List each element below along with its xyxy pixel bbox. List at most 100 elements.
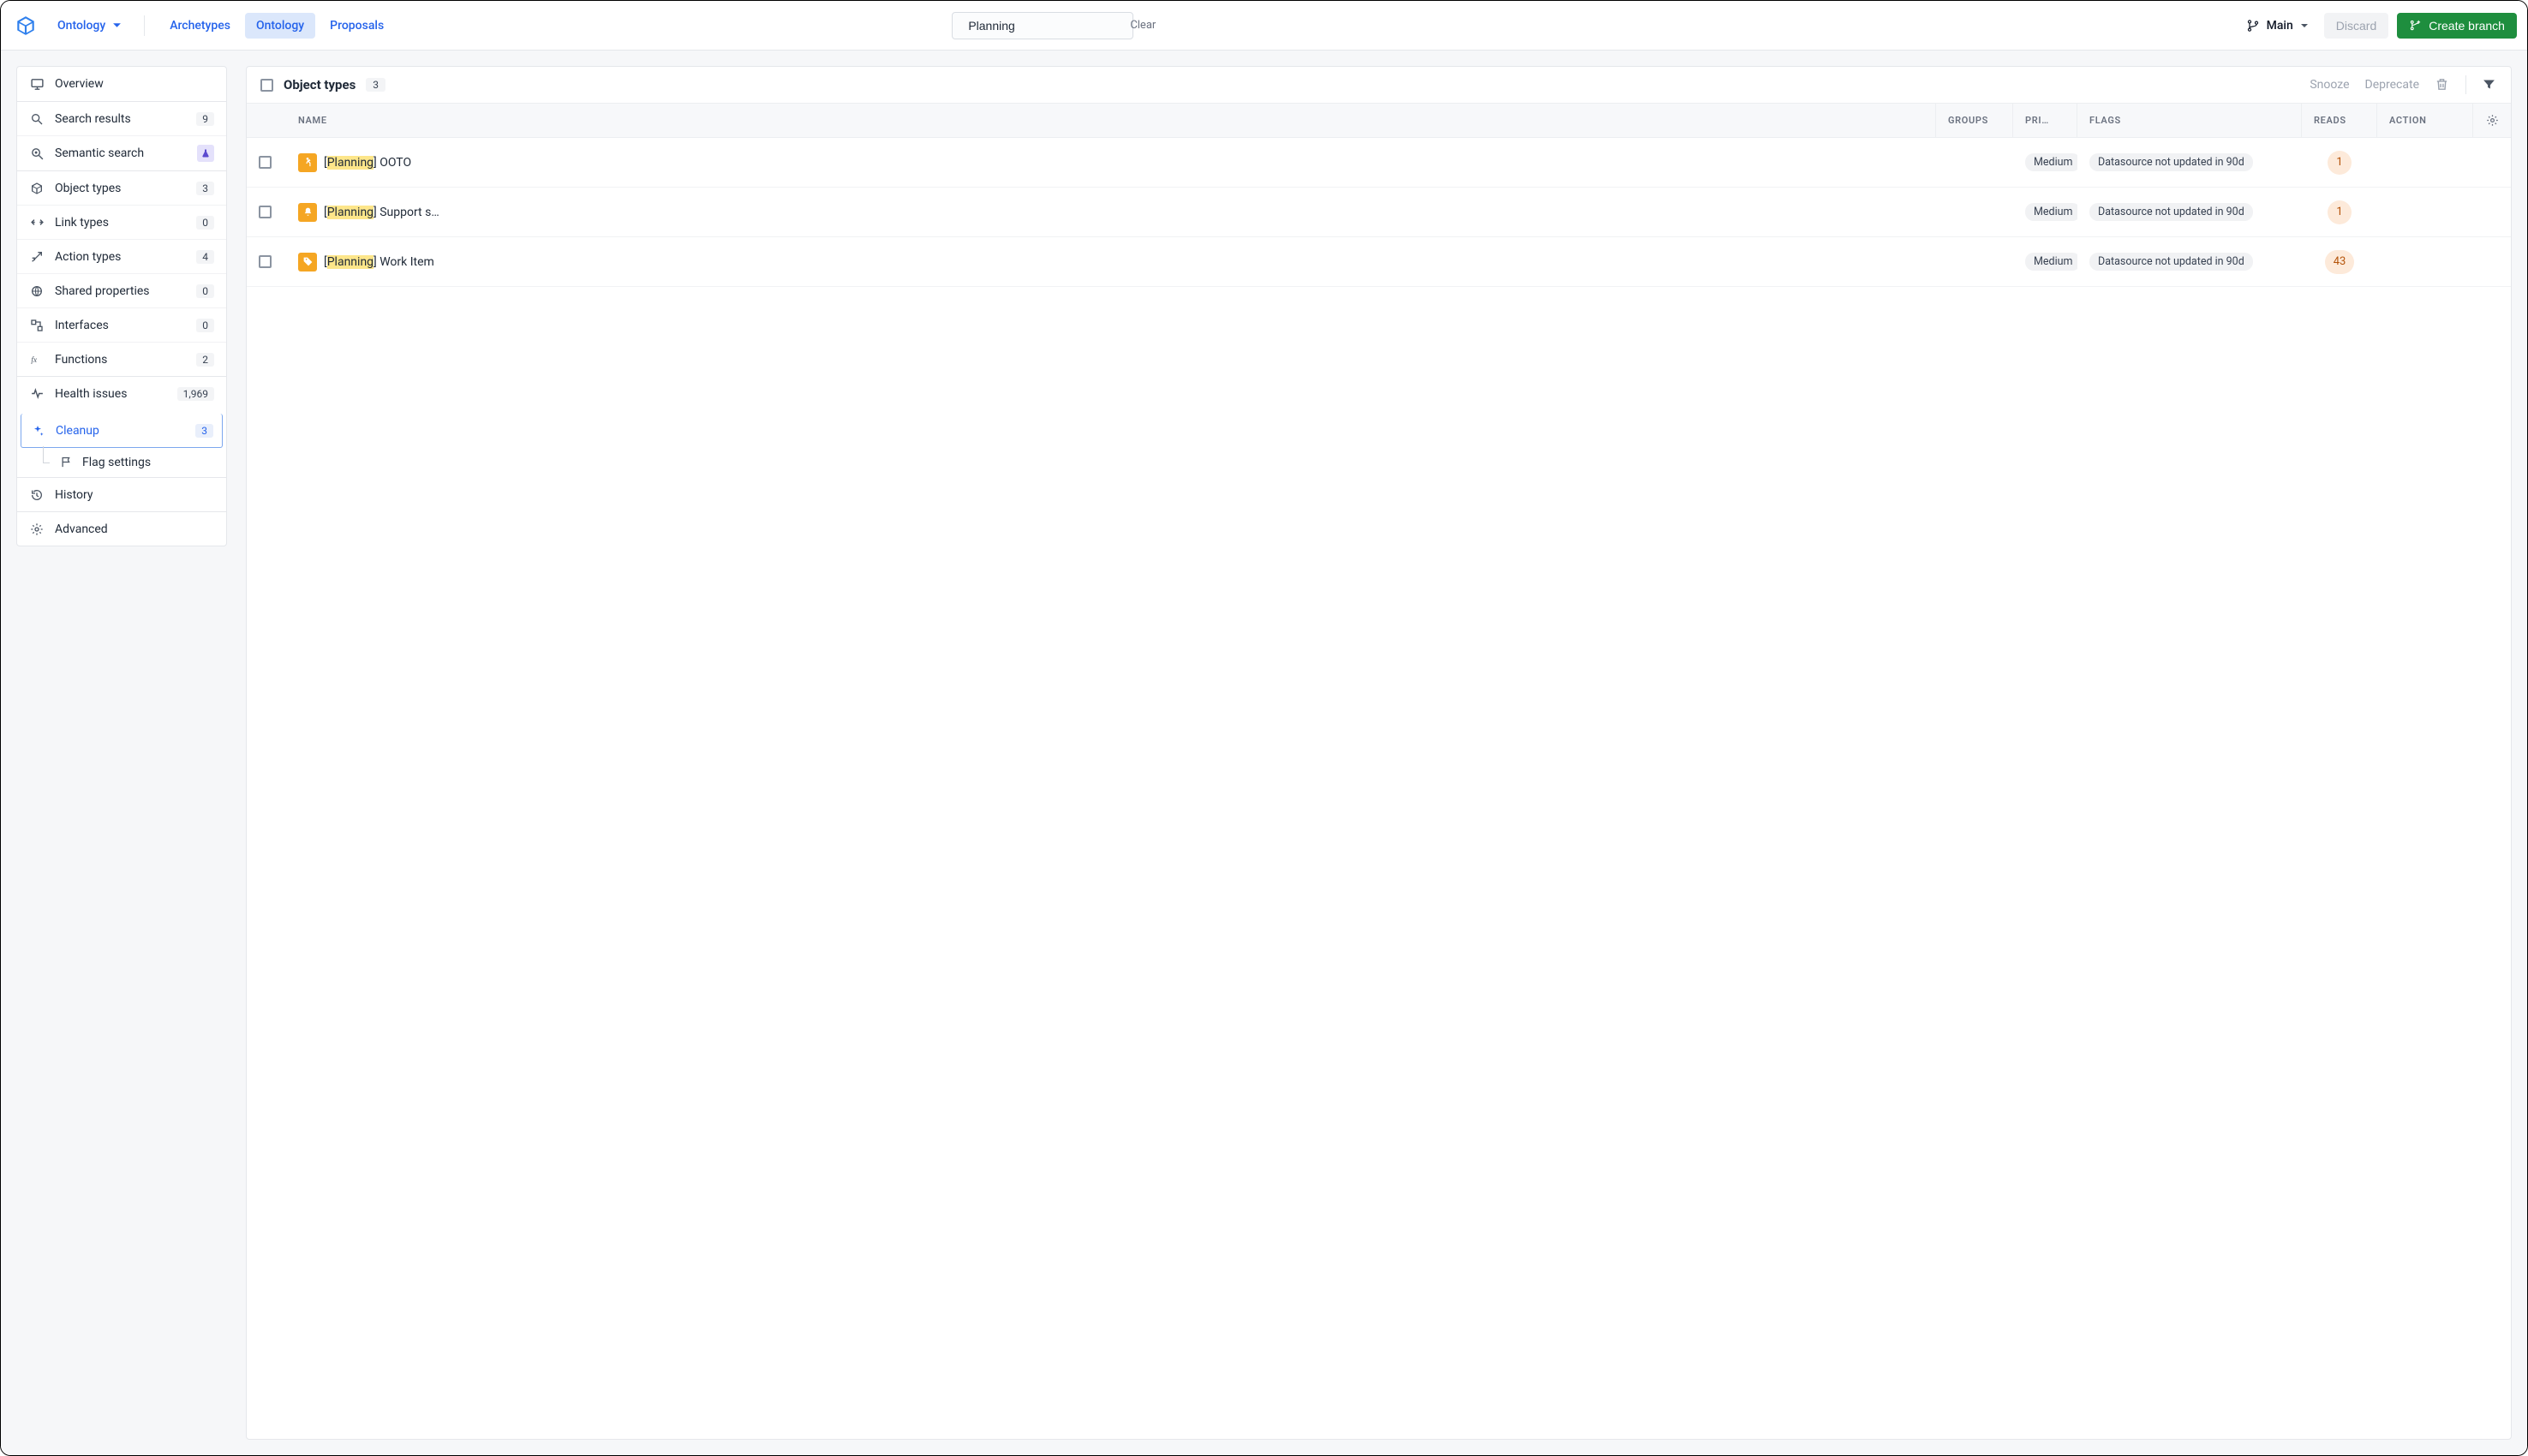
tab-proposals[interactable]: Proposals [319,13,395,39]
app-logo [11,11,40,40]
sidebar-item-label: Action types [55,250,186,264]
main-header: Object types 3 Snooze Deprecate [247,67,2511,104]
sidebar-subitem-flag-settings[interactable]: Flag settings [17,448,226,477]
filter-icon [2482,77,2496,92]
priority-tag: Medium [2025,153,2077,171]
globe-icon [29,283,45,299]
count-badge: 9 [196,112,214,126]
row-checkbox[interactable] [259,156,272,169]
top-bar: Ontology Archetypes Ontology Proposals C… [1,1,2527,51]
flask-icon [200,148,211,158]
flag-tag: Datasource not updated in 90d [2089,253,2253,271]
svg-text:fx: fx [31,355,38,364]
tab-ontology[interactable]: Ontology [245,13,315,39]
sidebar-item-semantic-search[interactable]: Semantic search [17,135,226,170]
deprecate-button[interactable]: Deprecate [2365,78,2419,92]
select-all-checkbox[interactable] [260,79,273,92]
gear-icon [29,522,45,537]
object-type-icon [298,153,317,172]
tab-archetypes[interactable]: Archetypes [158,13,242,39]
pulse-icon [29,386,45,402]
row-name: [Planning] Work Item [324,255,434,269]
sidebar-item-overview[interactable]: Overview [17,67,226,101]
table-row[interactable]: [Planning] Work Item Medium Datasource n… [247,237,2511,287]
sidebar-item-search-results[interactable]: Search results 9 [17,101,226,135]
object-type-icon [298,203,317,222]
table-row[interactable]: [Planning] Support s… Medium Datasource … [247,188,2511,237]
sidebar-item-health-issues[interactable]: Health issues 1,969 [17,376,226,410]
divider [144,15,145,36]
sidebar-item-history[interactable]: History [17,477,226,511]
flag-icon [60,456,74,469]
chevron-down-icon [2300,21,2309,30]
row-checkbox[interactable] [259,255,272,268]
column-reads[interactable]: READS [2302,104,2377,137]
flag-tag: Datasource not updated in 90d [2089,153,2253,171]
sidebar: Overview Search results 9 Semantic searc… [16,66,227,546]
experimental-badge [197,145,214,162]
sidebar-item-cleanup[interactable]: Cleanup 3 [17,410,226,448]
sidebar-item-interfaces[interactable]: Interfaces 0 [17,307,226,342]
sidebar-item-label: Overview [55,77,214,91]
column-groups[interactable]: GROUPS [1936,104,2013,137]
sidebar-item-functions[interactable]: fx Functions 2 [17,342,226,376]
filter-button[interactable] [2482,77,2497,92]
divider [2465,75,2466,94]
sidebar-item-label: Link types [55,216,186,230]
interface-icon [29,318,45,333]
semantic-search-icon [29,146,45,161]
row-checkbox[interactable] [259,206,272,218]
sidebar-item-label: Interfaces [55,319,186,332]
priority-tag: Medium [2025,253,2077,271]
column-settings[interactable] [2473,114,2511,127]
sidebar-item-label: Search results [55,112,186,126]
sidebar-item-action-types[interactable]: Action types 4 [17,239,226,273]
panel-title: Object types [284,77,356,92]
top-tabs: Archetypes Ontology Proposals [158,13,395,39]
count-badge: 0 [196,319,214,332]
bell-icon [302,206,314,218]
search-input[interactable] [968,19,1123,33]
sparkle-icon [30,423,45,439]
column-priority[interactable]: PRI… [2013,104,2077,137]
snooze-button[interactable]: Snooze [2310,78,2349,92]
count-badge: 3 [196,182,214,195]
priority-tag: Medium [2025,203,2077,221]
count-badge: 2 [196,353,214,367]
person-walking-icon [302,157,314,169]
table-row[interactable]: [Planning] OOTO Medium Datasource not up… [247,138,2511,188]
sidebar-item-shared-properties[interactable]: Shared properties 0 [17,273,226,307]
cube-icon [15,15,37,37]
count-badge: 0 [196,284,214,298]
count-badge: 4 [196,250,214,264]
link-icon [29,215,45,230]
sidebar-item-link-types[interactable]: Link types 0 [17,205,226,239]
row-name: [Planning] OOTO [324,156,411,170]
sidebar-item-object-types[interactable]: Object types 3 [17,170,226,205]
monitor-icon [29,76,45,92]
reads-badge: 1 [2328,151,2352,175]
project-dropdown[interactable]: Ontology [49,14,130,38]
create-branch-button[interactable]: Create branch [2397,13,2517,39]
cube-icon [29,181,45,196]
sidebar-item-label: Flag settings [82,456,151,469]
search-box[interactable]: Clear [952,12,1133,39]
sidebar-item-label: Semantic search [55,146,187,160]
column-flags[interactable]: FLAGS [2077,104,2302,137]
sidebar-item-advanced[interactable]: Advanced [17,511,226,546]
discard-button: Discard [2324,13,2388,39]
chevron-down-icon [112,21,122,30]
function-icon: fx [29,352,45,367]
search-icon [29,111,45,127]
column-action[interactable]: ACTION [2377,104,2473,137]
gear-icon [2486,114,2499,127]
column-name[interactable]: NAME [286,104,1936,137]
search-clear[interactable]: Clear [1130,19,1156,32]
branch-plus-icon [2409,19,2422,32]
panel-count: 3 [366,78,385,92]
sidebar-item-label: Object types [55,182,186,195]
delete-button[interactable] [2435,77,2450,92]
branch-selector[interactable]: Main [2239,14,2316,38]
reads-badge: 43 [2325,250,2355,274]
sidebar-item-label: Shared properties [55,284,186,298]
